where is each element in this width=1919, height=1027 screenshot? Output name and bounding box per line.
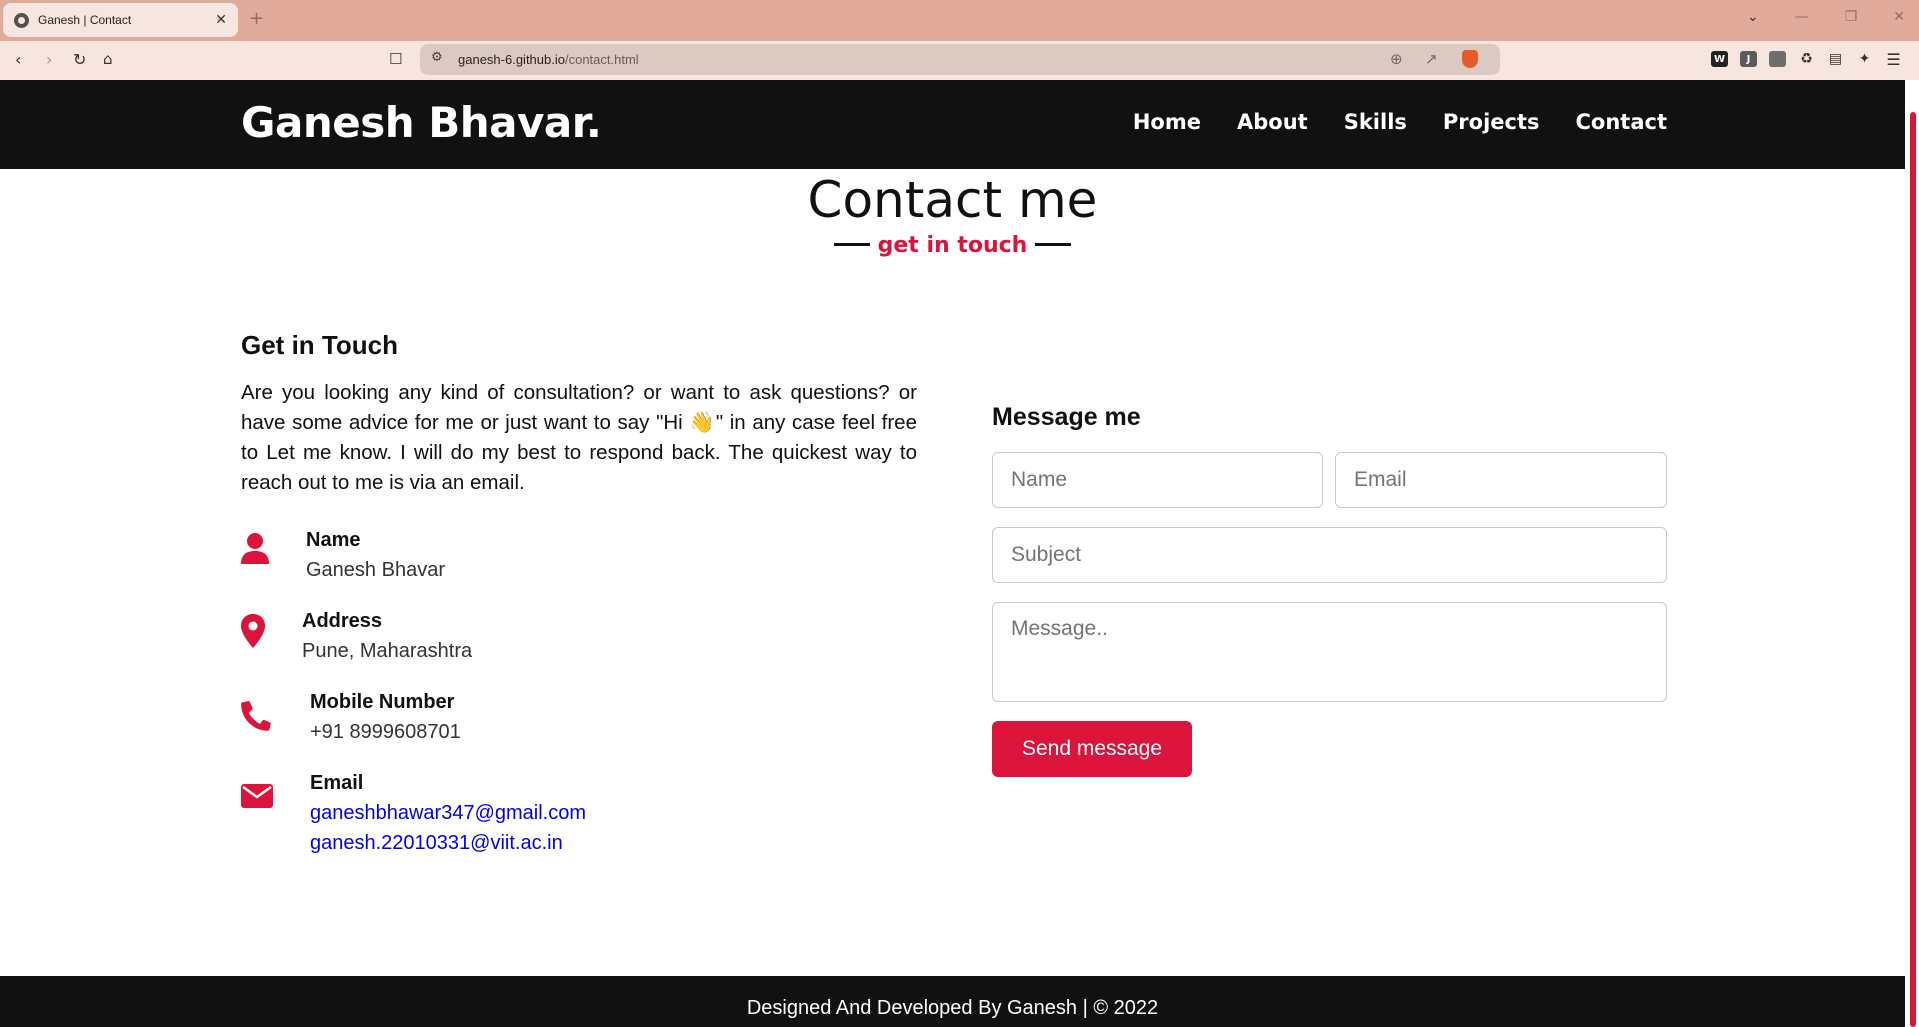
divider-line-left	[833, 242, 870, 246]
reload-icon[interactable]: ↻	[73, 50, 86, 69]
tab-list-icon[interactable]: ⌄	[1747, 9, 1759, 25]
brave-shields-icon[interactable]	[1462, 50, 1478, 68]
restore-icon[interactable]: ❐	[1845, 9, 1858, 25]
nav-about[interactable]: About	[1237, 110, 1308, 134]
section-title: Contact me	[807, 171, 1098, 229]
nav-contact[interactable]: Contact	[1576, 110, 1668, 134]
envelope-icon	[241, 784, 273, 808]
page-viewport: Ganesh Bhavar. Home About Skills Project…	[0, 80, 1905, 1027]
home-icon[interactable]: ⌂	[103, 50, 113, 68]
browser-toolbar: ‹ › ↻ ⌂ ☐ ⚙ ganesh-6.github.io/contact.h…	[0, 41, 1919, 80]
section-subtitle: get in touch	[0, 233, 1905, 258]
info-email-label: Email	[310, 772, 364, 794]
nav-home[interactable]: Home	[1133, 110, 1201, 134]
wallet-icon[interactable]: ▤	[1827, 51, 1844, 67]
leo-ai-icon[interactable]: ✦	[1856, 51, 1873, 67]
info-name-label: Name	[306, 529, 361, 551]
message-me-heading: Message me	[992, 403, 1141, 431]
email-link-viit[interactable]: ganesh.22010331@viit.ac.in	[310, 832, 563, 855]
minimize-icon[interactable]: —	[1795, 9, 1809, 25]
extension-j-icon[interactable]: J	[1740, 51, 1757, 67]
send-message-button[interactable]: Send message	[992, 721, 1192, 777]
extensions-puzzle-icon[interactable]: ♻	[1798, 51, 1815, 67]
location-pin-icon	[241, 614, 265, 648]
extension-chat-icon[interactable]	[1769, 51, 1786, 67]
close-tab-icon[interactable]: ✕	[215, 12, 227, 28]
subject-field[interactable]	[992, 527, 1667, 583]
divider-line-right	[1035, 242, 1072, 246]
menu-icon[interactable]: ☰	[1885, 50, 1902, 69]
browser-tab-active[interactable]: Ganesh | Contact ✕	[3, 3, 238, 37]
scrollbar-thumb[interactable]	[1910, 112, 1916, 1027]
get-in-touch-heading: Get in Touch	[241, 330, 398, 360]
forward-icon[interactable]: ›	[46, 50, 52, 69]
site-navbar: Ganesh Bhavar. Home About Skills Project…	[0, 80, 1905, 169]
bookmark-icon[interactable]: ☐	[389, 50, 402, 68]
phone-icon	[241, 701, 271, 731]
nav-projects[interactable]: Projects	[1443, 110, 1540, 134]
back-icon[interactable]: ‹	[15, 50, 21, 69]
name-field[interactable]	[992, 452, 1323, 508]
site-footer: Designed And Developed By Ganesh | © 202…	[0, 976, 1905, 1027]
zoom-icon[interactable]: ⊕	[1390, 50, 1403, 68]
extension-w-icon[interactable]: W	[1711, 51, 1728, 67]
extensions-area: W J ♻ ▤ ✦ ☰	[1711, 50, 1902, 69]
url-text[interactable]: ganesh-6.github.io/contact.html	[458, 52, 639, 67]
page-scrollbar[interactable]	[1905, 80, 1919, 1027]
user-icon	[241, 533, 269, 564]
info-address-label: Address	[302, 610, 383, 632]
info-address-value: Pune, Maharashtra	[302, 640, 473, 662]
email-field[interactable]	[1335, 452, 1667, 508]
new-tab-button[interactable]: +	[249, 8, 264, 29]
info-name-value: Ganesh Bhavar	[306, 559, 445, 581]
browser-tab-strip: Ganesh | Contact ✕ + ⌄ — ❐ ✕	[0, 0, 1919, 41]
globe-icon	[14, 12, 29, 28]
nav-menu: Home About Skills Projects Contact	[1133, 110, 1667, 134]
message-field[interactable]	[992, 602, 1667, 702]
close-window-icon[interactable]: ✕	[1893, 9, 1905, 25]
address-bar[interactable]: ⚙ ganesh-6.github.io/contact.html ⊕ ↗	[420, 44, 1500, 75]
share-icon[interactable]: ↗	[1425, 50, 1438, 68]
email-link-gmail[interactable]: ganeshbhawar347@gmail.com	[310, 802, 586, 825]
info-mobile-label: Mobile Number	[310, 691, 455, 713]
tab-title: Ganesh | Contact	[38, 13, 132, 27]
get-in-touch-text: Are you looking any kind of consultation…	[241, 381, 917, 494]
window-controls: ⌄ — ❐ ✕	[1747, 9, 1905, 25]
info-mobile-value: +91 8999608701	[310, 721, 461, 743]
nav-skills[interactable]: Skills	[1344, 110, 1407, 134]
site-settings-icon[interactable]: ⚙	[431, 50, 443, 65]
site-brand[interactable]: Ganesh Bhavar.	[241, 98, 602, 147]
